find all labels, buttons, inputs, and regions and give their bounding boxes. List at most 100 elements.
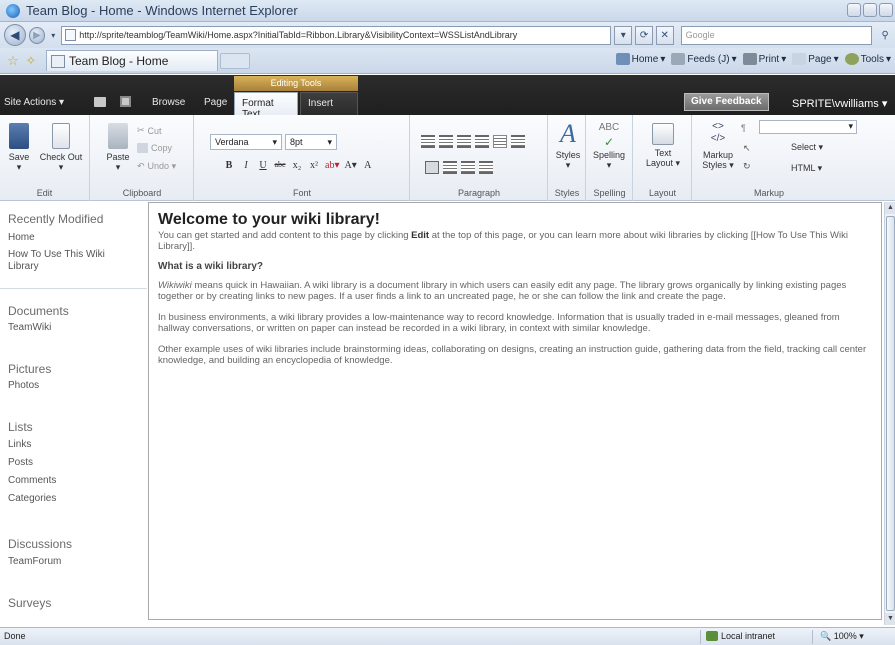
save-button[interactable]: Save ▾ — [2, 123, 36, 173]
nav-heading-pictures[interactable]: Pictures — [8, 362, 51, 376]
vertical-scrollbar[interactable]: ▲ ▼ — [884, 202, 895, 625]
close-window-button[interactable] — [879, 3, 893, 17]
scroll-thumb[interactable] — [886, 216, 895, 611]
forward-button[interactable]: ▶ — [28, 26, 46, 44]
status-bar: Done Local intranet 🔍 100% ▾ — [0, 627, 895, 645]
styles-button[interactable]: A Styles ▾ — [551, 121, 585, 171]
scroll-up-icon[interactable]: ▲ — [885, 202, 895, 214]
numbering-icon[interactable] — [439, 135, 453, 148]
spelling-button[interactable]: ABC ✓ Spelling ▾ — [592, 121, 626, 171]
font-family-select[interactable]: Verdana ▾ — [210, 134, 282, 150]
decrease-indent-icon[interactable] — [457, 135, 471, 148]
nav-heading-documents[interactable]: Documents — [8, 304, 69, 318]
paste-button[interactable]: Paste ▾ — [105, 123, 131, 173]
nav-link-posts[interactable]: Posts — [8, 457, 138, 469]
font-color-button[interactable]: A▾ — [344, 160, 356, 171]
search-input[interactable]: Google — [680, 25, 873, 45]
address-dropdown-button[interactable]: ▾ — [614, 25, 633, 45]
font-size-value: 8pt — [290, 137, 303, 147]
bold-button[interactable]: B — [223, 160, 235, 171]
html-button[interactable]: HTML ▾ — [791, 163, 822, 174]
wiki-content-editor[interactable]: Welcome to your wiki library! You can ge… — [148, 202, 882, 620]
italic-button[interactable]: I — [240, 160, 252, 171]
text-layout-button[interactable]: Text Layout ▾ — [644, 123, 682, 169]
markup-styles-button[interactable]: <> </> Markup Styles ▾ — [699, 121, 737, 171]
site-actions-menu[interactable]: Site Actions ▾ — [4, 97, 64, 108]
editing-tools-label: Editing Tools — [234, 76, 358, 91]
recent-pages-dropdown[interactable]: ▾ — [48, 31, 58, 40]
copy-button[interactable]: Copy — [137, 143, 172, 153]
nav-link-categories[interactable]: Categories — [8, 493, 138, 505]
undo-button[interactable]: ↶ Undo ▾ — [137, 161, 176, 172]
nav-heading-lists[interactable]: Lists — [8, 420, 33, 434]
nav-heading-surveys[interactable]: Surveys — [8, 596, 51, 610]
nav-link-comments[interactable]: Comments — [8, 475, 138, 487]
user-menu[interactable]: SPRITE\vwilliams ▾ — [792, 97, 887, 110]
align-center-icon[interactable] — [443, 161, 457, 174]
zoom-level[interactable]: 🔍 100% ▾ — [820, 631, 864, 642]
nav-link-teamforum[interactable]: TeamForum — [8, 556, 138, 568]
nav-link-teamwiki[interactable]: TeamWiki — [8, 322, 138, 334]
add-favorites-icon[interactable]: ✧ — [22, 53, 40, 69]
maximize-button[interactable] — [863, 3, 877, 17]
tab-page[interactable]: Page — [204, 97, 227, 108]
undo-label: Undo ▾ — [147, 161, 177, 171]
language-icon[interactable]: ¶ — [741, 123, 746, 133]
align-left-icon[interactable] — [425, 161, 439, 174]
nav-heading-discussions[interactable]: Discussions — [8, 537, 72, 551]
feeds-button[interactable]: Feeds (J) ▾ — [671, 53, 737, 65]
edit-page-icon[interactable] — [120, 96, 131, 107]
subscript-button[interactable]: x₂ — [291, 160, 303, 171]
highlight-color-button[interactable]: ab▾ — [325, 160, 339, 171]
nav-link-how-to-use[interactable]: How To Use This Wiki Library — [8, 249, 138, 273]
nav-link-home[interactable]: Home — [8, 232, 138, 244]
page-heading: Welcome to your wiki library! — [158, 211, 380, 228]
tab-browse[interactable]: Browse — [152, 97, 185, 108]
scroll-down-icon[interactable]: ▼ — [885, 613, 895, 625]
ltr-icon[interactable] — [493, 135, 507, 148]
bullets-icon[interactable] — [421, 135, 435, 148]
navigation-bar: ◀ ▶ ▾ http://sprite/teamblog/TeamWiki/Ho… — [0, 22, 895, 48]
underline-button[interactable]: U — [257, 160, 269, 171]
minimize-button[interactable] — [847, 3, 861, 17]
tab-team-blog-home[interactable]: Team Blog - Home — [46, 50, 218, 71]
edit-group-label: Edit — [36, 188, 53, 198]
clear-format-button[interactable]: A — [362, 160, 374, 171]
page-menu-button[interactable]: Page ▾ — [792, 53, 839, 65]
home-button[interactable]: Home ▾ — [615, 53, 665, 65]
strikethrough-button[interactable]: abc — [274, 160, 286, 171]
nav-link-photos[interactable]: Photos — [8, 380, 138, 392]
undo-icon: ↶ — [137, 161, 145, 171]
select-cursor-icon[interactable]: ↖ — [743, 143, 751, 154]
superscript-button[interactable]: x² — [308, 160, 320, 171]
tab-insert[interactable]: Insert — [300, 92, 358, 115]
cut-button[interactable]: ✂ Cut — [137, 125, 162, 136]
align-right-icon[interactable] — [461, 161, 475, 174]
favorites-star-icon[interactable]: ☆ — [4, 53, 22, 69]
search-icon[interactable]: ⚲ — [875, 26, 895, 45]
select-button[interactable]: Select ▾ — [791, 142, 823, 153]
tools-menu-button[interactable]: Tools ▾ — [844, 53, 891, 65]
print-button[interactable]: Print ▾ — [742, 53, 786, 65]
paragraph-3: Other example uses of wiki libraries inc… — [158, 344, 867, 366]
page-menu-icon — [792, 53, 807, 65]
wikiwiki-term: Wikiwiki — [158, 280, 192, 291]
nav-link-links[interactable]: Links — [8, 439, 138, 451]
html-convert-icon[interactable]: ↻ — [743, 161, 751, 172]
address-bar[interactable]: http://sprite/teamblog/TeamWiki/Home.asp… — [61, 25, 612, 45]
back-button[interactable]: ◀ — [4, 24, 26, 46]
stop-icon[interactable]: ✕ — [655, 25, 674, 45]
give-feedback-button[interactable]: Give Feedback — [684, 93, 769, 111]
tab-format-text[interactable]: Format Text — [234, 92, 298, 120]
security-zone[interactable]: Local intranet — [706, 631, 775, 641]
markup-select-dropdown[interactable]: ▾ — [759, 120, 857, 134]
justify-icon[interactable] — [479, 161, 493, 174]
refresh-icon[interactable]: ⟳ — [635, 25, 653, 45]
check-out-button[interactable]: Check Out ▾ — [36, 123, 86, 173]
font-size-select[interactable]: 8pt ▾ — [285, 134, 337, 150]
new-tab-button[interactable] — [220, 52, 250, 69]
cut-label: Cut — [147, 125, 162, 136]
navigate-up-icon[interactable] — [94, 97, 106, 107]
increase-indent-icon[interactable] — [475, 135, 489, 148]
rtl-icon[interactable] — [511, 135, 525, 148]
